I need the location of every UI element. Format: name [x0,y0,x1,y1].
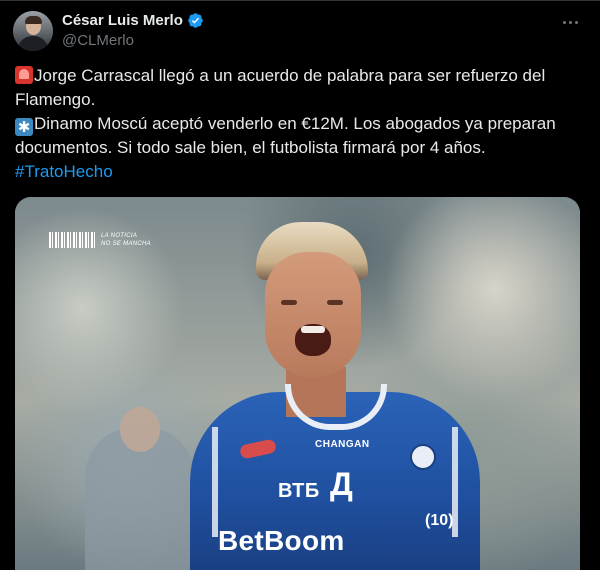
jersey-bank-logo: ВТБ [278,480,320,502]
tweet-card[interactable]: César Luis Merlo @CLMerlo Jorge Carrasca… [0,0,600,570]
tweet-line-3: ✱ Dinamo Moscú aceptó venderlo en €12M. L… [15,112,585,136]
verified-badge-icon [188,13,203,28]
tweet-line-2: Flamengo. [15,90,96,109]
jersey-top-sponsor: CHANGAN [315,439,370,450]
author-handle[interactable]: @CLMerlo [62,32,134,49]
open-mouth [295,324,331,356]
more-options-icon[interactable] [558,12,582,32]
author-name[interactable]: César Luis Merlo [62,12,183,29]
tweet-media-image[interactable]: LA NOTICIA NO SE MANCHA CHANGAN ВТБ Д Be… [15,197,580,570]
watermark-logo: LA NOTICIA NO SE MANCHA [49,232,151,248]
divider [0,0,600,1]
league-badge-icon [410,444,436,470]
sleeve-number: (10) [425,512,454,529]
watermark-line-2: NO SE MANCHA [101,241,151,247]
background-person [85,407,195,570]
rotating-light-icon [15,66,33,84]
asterisk-icon: ✱ [15,118,33,136]
author-name-row[interactable]: César Luis Merlo [62,12,204,29]
watermark-line-1: LA NOTICIA [101,233,138,239]
player-figure: CHANGAN ВТБ Д BetBoom (10) [190,222,480,570]
player-face [265,252,361,377]
hashtag-link[interactable]: #TratoHecho [15,160,585,184]
tweet-line-4: documentos. Si todo sale bien, el futbol… [15,138,486,157]
avatar[interactable] [13,11,53,51]
club-crest-icon: Д [330,466,353,502]
barcode-icon [49,232,95,248]
tweet-text: Jorge Carrascal llegó a un acuerdo de pa… [15,64,585,184]
jersey-main-sponsor: BetBoom [218,525,345,556]
tweet-line-1: Jorge Carrascal llegó a un acuerdo de pa… [15,64,585,88]
